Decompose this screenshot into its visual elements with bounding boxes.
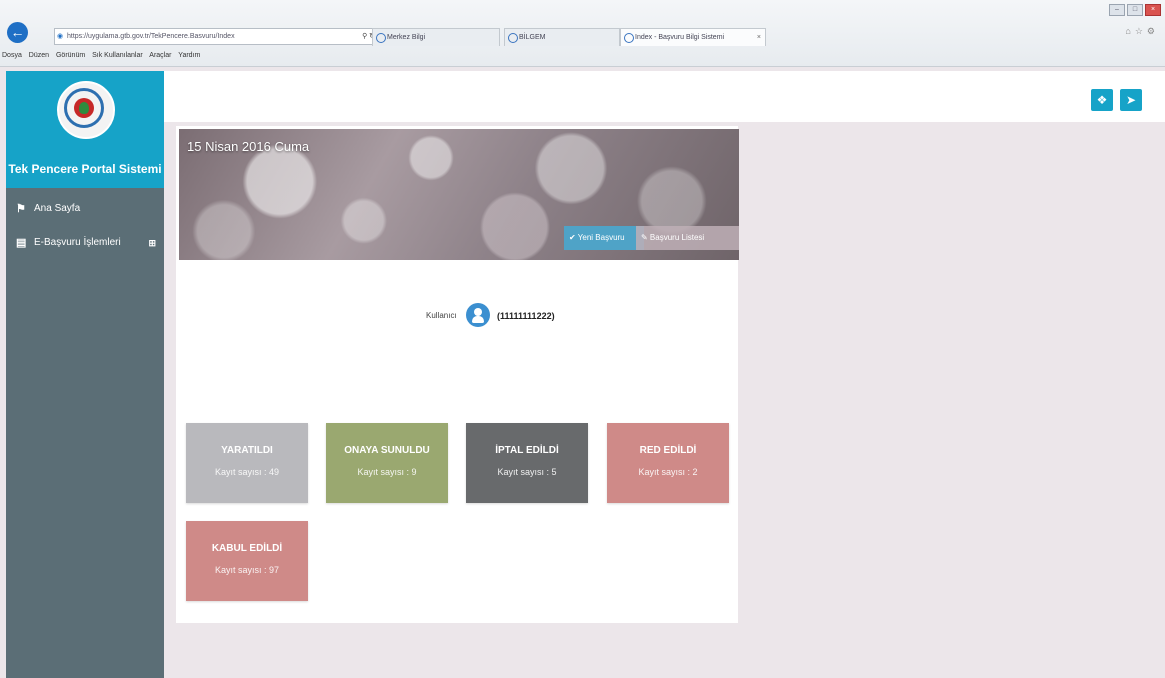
window-controls: – □ × [1109, 4, 1161, 16]
menu-item-yardim[interactable]: Yardım [178, 52, 200, 59]
address-bar[interactable]: ◉ https://uygulama.gtb.gov.tr/TekPencere… [54, 28, 380, 45]
header-bar: ❖ ➤ [164, 71, 1165, 122]
tab-index-basvuru[interactable]: Index - Başvuru Bilgi Sistemi × [620, 28, 766, 46]
fullscreen-icon: ❖ [1096, 93, 1108, 107]
sidebar-item-label: E-Başvuru İşlemleri [34, 237, 121, 248]
tab-site-icon [624, 33, 634, 43]
brand-header: Tek Pencere Portal Sistemi [6, 71, 164, 188]
menu-item-gorunum[interactable]: Görünüm [56, 52, 85, 59]
chart-icon: ▤ [16, 237, 27, 249]
application-list-button[interactable]: ✎ Başvuru Listesi [636, 226, 739, 250]
dashboard-card: 15 Nisan 2016 Cuma ✔ Yeni Başvuru ✎ Başv… [176, 126, 739, 623]
user-label: Kullanıcı [426, 311, 457, 320]
menu-item-duzen[interactable]: Düzen [29, 52, 49, 59]
sidebar-item-ana-sayfa[interactable]: ⚑ Ana Sayfa [6, 194, 164, 224]
globe-icon: ◉ [57, 33, 64, 40]
home-star-gear-icons[interactable]: ⌂☆⚙ [1125, 26, 1159, 37]
new-application-button[interactable]: ✔ Yeni Başvuru [564, 226, 644, 250]
stat-card-yaratildi[interactable]: YARATILDI Kayıt sayısı : 49 [186, 423, 308, 503]
minimize-icon[interactable]: – [1109, 4, 1125, 16]
tab-merkez-bilgi[interactable]: Merkez Bilgi [372, 28, 500, 46]
close-tab-icon[interactable]: × [757, 29, 761, 46]
stat-title: KABUL EDİLDİ [211, 543, 283, 554]
menu-item-araclar[interactable]: Araçlar [149, 52, 171, 59]
stat-title: İPTAL EDİLDİ [495, 445, 559, 456]
tab-site-icon [508, 33, 518, 43]
menu-bar: Dosya Düzen Görünüm Sık Kullanılanlar Ar… [2, 52, 205, 59]
close-window-icon[interactable]: × [1145, 4, 1161, 16]
stat-count: Kayıt sayısı : 97 [214, 565, 280, 575]
fullscreen-button[interactable]: ❖ [1091, 89, 1113, 111]
brand-title: Tek Pencere Portal Sistemi [8, 162, 162, 176]
tab-site-icon [376, 33, 386, 43]
logout-icon: ➤ [1125, 93, 1137, 107]
stat-title: ONAYA SUNULDU [344, 445, 430, 456]
sidebar-item-e-basvuru[interactable]: ▤ E-Başvuru İşlemleri ⊞ [6, 228, 164, 258]
user-avatar-icon [466, 303, 490, 327]
stat-card-onaya-sunuldu[interactable]: ONAYA SUNULDU Kayıt sayısı : 9 [326, 423, 448, 503]
tab-label: Index - Başvuru Bilgi Sistemi [635, 34, 725, 41]
banner-date: 15 Nisan 2016 Cuma [187, 139, 310, 154]
menu-item-dosya[interactable]: Dosya [2, 52, 22, 59]
sidebar: Tek Pencere Portal Sistemi ⚑ Ana Sayfa ▤… [6, 71, 164, 678]
logout-button[interactable]: ➤ [1120, 89, 1142, 111]
stat-count: Kayıt sayısı : 2 [638, 467, 698, 477]
stat-card-red-edildi[interactable]: RED EDİLDİ Kayıt sayısı : 2 [607, 423, 729, 503]
stat-count: Kayıt sayısı : 9 [357, 467, 417, 477]
stat-card-iptal-edildi[interactable]: İPTAL EDİLDİ Kayıt sayısı : 5 [466, 423, 588, 503]
stat-title: RED EDİLDİ [639, 445, 697, 456]
banner-image: 15 Nisan 2016 Cuma ✔ Yeni Başvuru ✎ Başv… [179, 129, 739, 260]
tab-bilgem[interactable]: BİLGEM [504, 28, 620, 46]
menu-item-sik-kullanilanlar[interactable]: Sık Kullanılanlar [92, 52, 143, 59]
maximize-icon[interactable]: □ [1127, 4, 1143, 16]
stat-card-kabul-edildi[interactable]: KABUL EDİLDİ Kayıt sayısı : 97 [186, 521, 308, 601]
chevron-icon: ⊞ [148, 238, 156, 248]
ministry-logo [57, 81, 115, 139]
stat-count: Kayıt sayısı : 5 [497, 467, 557, 477]
home-icon: ⚑ [16, 203, 26, 215]
sidebar-item-label: Ana Sayfa [34, 203, 81, 214]
tab-label: Merkez Bilgi [387, 34, 426, 41]
back-arrow-icon[interactable]: ← [7, 22, 28, 43]
address-text: https://uygulama.gtb.gov.tr/TekPencere.B… [67, 33, 235, 40]
tab-label: BİLGEM [519, 34, 546, 41]
user-info: Kullanıcı (11111111222) [426, 303, 555, 329]
browser-chrome: ← ◉ https://uygulama.gtb.gov.tr/TekPence… [0, 0, 1165, 67]
stat-count: Kayıt sayısı : 49 [214, 467, 280, 477]
stat-title: YARATILDI [221, 445, 273, 456]
user-id: (11111111222) [497, 311, 555, 321]
